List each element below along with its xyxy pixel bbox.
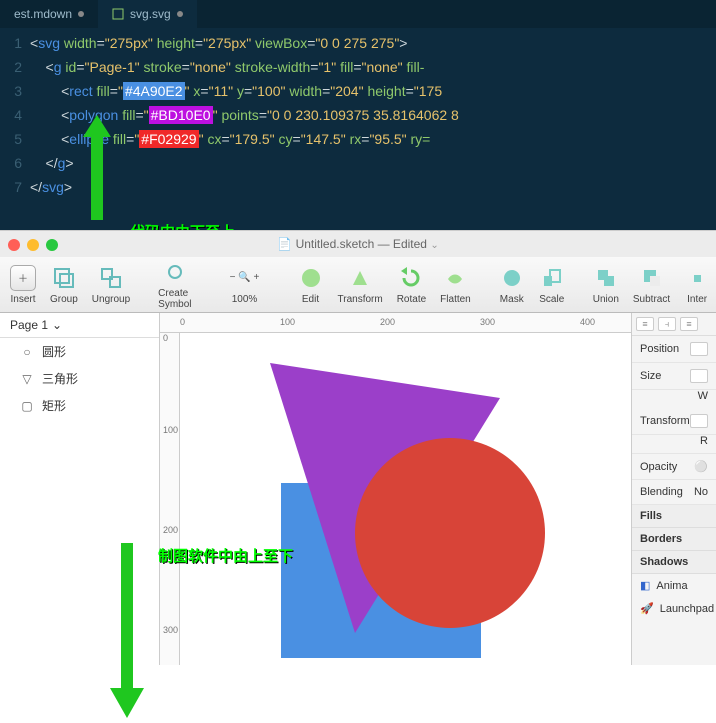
inspector: ≡⫞≡ Position Size W Transform R Opacity⚪… xyxy=(631,313,716,665)
artwork xyxy=(180,333,630,665)
group-button[interactable]: Group xyxy=(46,265,82,305)
minimize-icon[interactable] xyxy=(27,239,39,251)
zoom-control[interactable]: − 🔍 +100% xyxy=(216,265,274,305)
ungroup-icon xyxy=(100,267,122,289)
intersect-icon xyxy=(686,267,708,289)
scale-icon xyxy=(541,267,563,289)
arrow-down-icon xyxy=(110,543,144,723)
svg-file-icon xyxy=(112,8,124,20)
circle-icon: ○ xyxy=(20,345,34,359)
workspace: Page 1⌄ ○圆形 ▽三角形 ▢矩形 0 100 200 300 400 0… xyxy=(0,313,716,665)
union-icon xyxy=(595,267,617,289)
tab-label: est.mdown xyxy=(14,7,72,21)
page-selector[interactable]: Page 1⌄ xyxy=(0,313,159,338)
create-symbol-button[interactable]: Create Symbol xyxy=(154,259,195,310)
layer-rect[interactable]: ▢矩形 xyxy=(0,392,159,419)
transform-icon xyxy=(349,267,371,289)
transform-button[interactable]: Transform xyxy=(334,265,387,305)
plugin-launchpad[interactable]: 🚀Launchpad xyxy=(632,597,716,620)
inspector-opacity[interactable]: Opacity⚪ xyxy=(632,454,716,480)
chevron-down-icon[interactable]: ⌄ xyxy=(430,240,438,251)
tab-svg[interactable]: svg.svg xyxy=(98,0,197,28)
flatten-button[interactable]: Flatten xyxy=(436,265,475,305)
code-editor: est.mdown svg.svg 1<svg width="275px" he… xyxy=(0,0,716,230)
dirty-dot-icon xyxy=(177,11,183,17)
canvas-stage[interactable] xyxy=(180,333,631,665)
triangle-icon: ▽ xyxy=(20,372,34,386)
ruler-horizontal: 0 100 200 300 400 xyxy=(160,313,631,333)
intersect-button[interactable]: Inter xyxy=(680,265,714,305)
code-line: <svg width="275px" height="275px" viewBo… xyxy=(30,31,407,55)
canvas-annotation: 制图软件中由上至下 xyxy=(158,545,293,566)
plugin-anima[interactable]: ◧Anima xyxy=(632,574,716,597)
anima-icon: ◧ xyxy=(640,579,650,592)
inspector-transform[interactable]: Transform xyxy=(632,408,716,435)
inspector-fills[interactable]: Fills xyxy=(632,505,716,528)
mask-icon xyxy=(501,267,523,289)
dirty-dot-icon xyxy=(78,11,84,17)
edit-icon xyxy=(300,267,322,289)
rocket-icon: 🚀 xyxy=(640,602,654,615)
union-button[interactable]: Union xyxy=(589,265,623,305)
mask-button[interactable]: Mask xyxy=(495,265,529,305)
align-controls[interactable]: ≡⫞≡ xyxy=(632,313,716,336)
ruler-vertical: 0 100 200 300 xyxy=(160,333,180,665)
inspector-shadows[interactable]: Shadows xyxy=(632,551,716,574)
editor-tabs: est.mdown svg.svg xyxy=(0,0,716,28)
code-line: <g id="Page-1" stroke="none" stroke-widt… xyxy=(30,55,424,79)
scale-button[interactable]: Scale xyxy=(535,265,569,305)
window-controls xyxy=(8,239,58,251)
maximize-icon[interactable] xyxy=(46,239,58,251)
shape-ellipse xyxy=(355,438,545,628)
subtract-button[interactable]: Subtract xyxy=(629,265,674,305)
insert-button[interactable]: ＋Insert xyxy=(6,265,40,305)
arrow-up-icon xyxy=(83,115,111,220)
ungroup-button[interactable]: Ungroup xyxy=(88,265,134,305)
layer-triangle[interactable]: ▽三角形 xyxy=(0,365,159,392)
square-icon: ▢ xyxy=(20,399,34,413)
layer-circle[interactable]: ○圆形 xyxy=(0,338,159,365)
edit-button[interactable]: Edit xyxy=(294,265,328,305)
inspector-position[interactable]: Position xyxy=(632,336,716,363)
inspector-size[interactable]: Size xyxy=(632,363,716,390)
code-line: </svg> xyxy=(30,175,72,199)
tab-mdown[interactable]: est.mdown xyxy=(0,0,98,28)
canvas[interactable]: 0 100 200 300 400 0 100 200 300 xyxy=(160,313,631,665)
code-line: </g> xyxy=(30,151,74,175)
code-area[interactable]: 1<svg width="275px" height="275px" viewB… xyxy=(0,28,716,199)
rotate-icon xyxy=(400,267,422,289)
sketch-window: 📄 Untitled.sketch — Edited ⌄ ＋Insert Gro… xyxy=(0,230,716,664)
tab-label: svg.svg xyxy=(130,7,171,21)
rotate-button[interactable]: Rotate xyxy=(393,265,430,305)
close-icon[interactable] xyxy=(8,239,20,251)
group-icon xyxy=(53,267,75,289)
flatten-icon xyxy=(444,267,466,289)
titlebar: 📄 Untitled.sketch — Edited ⌄ xyxy=(0,231,716,257)
subtract-icon xyxy=(641,267,663,289)
inspector-borders[interactable]: Borders xyxy=(632,528,716,551)
window-title: Untitled.sketch xyxy=(296,237,375,251)
code-line: <rect fill="#4A90E2" x="11" y="100" widt… xyxy=(30,79,442,103)
symbol-icon xyxy=(164,261,186,283)
inspector-blending[interactable]: BlendingNo xyxy=(632,480,716,505)
toolbar: ＋Insert Group Ungroup Create Symbol − 🔍 … xyxy=(0,257,716,313)
chevron-down-icon: ⌄ xyxy=(52,318,62,332)
